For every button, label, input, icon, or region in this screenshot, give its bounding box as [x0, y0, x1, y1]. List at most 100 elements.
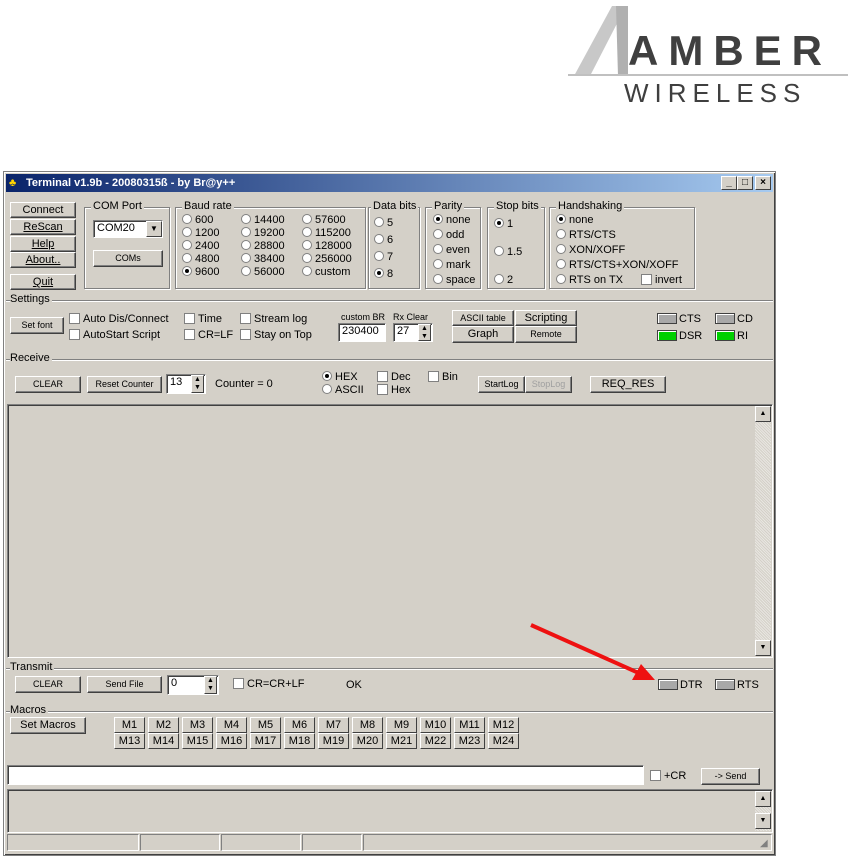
close-button[interactable]: × — [755, 176, 771, 190]
macro-button-m12[interactable]: M12 — [488, 717, 519, 733]
data-bits-radio-6[interactable]: 6 — [374, 234, 393, 246]
stop-bits-radio-1[interactable]: 1 — [494, 218, 513, 230]
baud-radio-600[interactable]: 600 — [182, 214, 213, 226]
handshaking-radio-1[interactable]: RTS/CTS — [556, 229, 616, 241]
macro-button-m23[interactable]: M23 — [454, 733, 485, 749]
parity-radio-mark[interactable]: mark — [433, 259, 470, 271]
macro-button-m17[interactable]: M17 — [250, 733, 281, 749]
stop-log-button[interactable]: StopLog — [525, 376, 572, 393]
scroll-down-icon[interactable]: ▼ — [755, 640, 771, 656]
transmit-clear-button[interactable]: CLEAR — [15, 676, 81, 693]
help-button[interactable]: Help — [10, 236, 76, 252]
parity-radio-odd[interactable]: odd — [433, 229, 464, 241]
macro-button-m15[interactable]: M15 — [182, 733, 213, 749]
send-input[interactable] — [7, 765, 644, 785]
time-checkbox[interactable]: Time — [184, 313, 222, 325]
baud-radio-custom[interactable]: custom — [302, 266, 350, 278]
macro-button-m22[interactable]: M22 — [420, 733, 451, 749]
plus-cr-checkbox[interactable]: +CR — [650, 770, 686, 782]
macro-button-m19[interactable]: M19 — [318, 733, 349, 749]
macro-button-m1[interactable]: M1 — [114, 717, 145, 733]
data-bits-radio-7[interactable]: 7 — [374, 251, 393, 263]
baud-radio-56000[interactable]: 56000 — [241, 266, 285, 278]
data-bits-radio-8[interactable]: 8 — [374, 268, 393, 280]
baud-radio-28800[interactable]: 28800 — [241, 240, 285, 252]
baud-radio-14400[interactable]: 14400 — [241, 214, 285, 226]
macro-button-m24[interactable]: M24 — [488, 733, 519, 749]
scripting-button[interactable]: Scripting — [515, 310, 577, 326]
minimize-button[interactable]: _ — [721, 176, 737, 190]
scroll-up-icon[interactable]: ▲ — [755, 791, 771, 807]
macro-button-m6[interactable]: M6 — [284, 717, 315, 733]
handshaking-radio-0[interactable]: none — [556, 214, 593, 226]
baud-radio-1200[interactable]: 1200 — [182, 227, 219, 239]
macro-button-m7[interactable]: M7 — [318, 717, 349, 733]
baud-radio-128000[interactable]: 128000 — [302, 240, 352, 252]
macro-button-m2[interactable]: M2 — [148, 717, 179, 733]
baud-radio-2400[interactable]: 2400 — [182, 240, 219, 252]
counter-spinner[interactable]: ▲ ▼ — [191, 375, 204, 393]
maximize-button[interactable]: □ — [737, 176, 753, 190]
macro-button-m4[interactable]: M4 — [216, 717, 247, 733]
handshaking-radio-3[interactable]: RTS/CTS+XON/XOFF — [556, 259, 679, 271]
macro-button-m21[interactable]: M21 — [386, 733, 417, 749]
send-history-area[interactable] — [7, 789, 773, 833]
macro-button-m10[interactable]: M10 — [420, 717, 451, 733]
set-macros-button[interactable]: Set Macros — [10, 717, 86, 734]
coms-button[interactable]: COMs — [93, 250, 163, 267]
ascii-radio[interactable]: ASCII — [322, 384, 364, 396]
reset-counter-button[interactable]: Reset Counter — [87, 376, 162, 393]
baud-radio-38400[interactable]: 38400 — [241, 253, 285, 265]
cr-lf-checkbox[interactable]: CR=LF — [184, 329, 233, 341]
receive-clear-button[interactable]: CLEAR — [15, 376, 81, 393]
transmit-spinner[interactable]: ▲ ▼ — [204, 676, 217, 694]
invert-checkbox[interactable]: invert — [641, 274, 682, 286]
macro-button-m8[interactable]: M8 — [352, 717, 383, 733]
macro-button-m11[interactable]: M11 — [454, 717, 485, 733]
resize-grip-icon[interactable]: ◢ — [760, 838, 768, 850]
custom-br-input[interactable]: 230400 — [338, 323, 386, 342]
hex-radio[interactable]: HEX — [322, 371, 358, 383]
baud-radio-115200[interactable]: 115200 — [302, 227, 351, 239]
stream-log-checkbox[interactable]: Stream log — [240, 313, 307, 325]
macro-button-m5[interactable]: M5 — [250, 717, 281, 733]
macro-button-m18[interactable]: M18 — [284, 733, 315, 749]
macro-button-m20[interactable]: M20 — [352, 733, 383, 749]
macro-button-m13[interactable]: M13 — [114, 733, 145, 749]
baud-radio-9600[interactable]: 9600 — [182, 266, 219, 278]
chevron-down-icon[interactable]: ▼ — [146, 221, 162, 237]
autostart-script-checkbox[interactable]: AutoStart Script — [69, 329, 160, 341]
bin-checkbox[interactable]: Bin — [428, 371, 458, 383]
scroll-down-icon[interactable]: ▼ — [755, 813, 771, 829]
connect-button[interactable]: Connect — [10, 202, 76, 218]
set-font-button[interactable]: Set font — [10, 317, 64, 334]
history-scrollbar[interactable]: ▲ ▼ — [755, 791, 771, 831]
about-button[interactable]: About.. — [10, 252, 76, 268]
quit-button[interactable]: Quit — [10, 274, 76, 290]
send-file-button[interactable]: Send File — [87, 676, 162, 693]
macro-button-m3[interactable]: M3 — [182, 717, 213, 733]
baud-radio-256000[interactable]: 256000 — [302, 253, 352, 265]
handshaking-radio-4[interactable]: RTS on TX — [556, 274, 623, 286]
title-bar[interactable]: ♣ Terminal v1.9b - 20080315ß - by Br@y++… — [6, 174, 773, 192]
receive-scrollbar[interactable]: ▲ ▼ — [755, 406, 771, 656]
stop-bits-radio-1-5[interactable]: 1.5 — [494, 246, 522, 258]
macro-button-m16[interactable]: M16 — [216, 733, 247, 749]
stay-on-top-checkbox[interactable]: Stay on Top — [240, 329, 312, 341]
parity-radio-none[interactable]: none — [433, 214, 470, 226]
baud-radio-57600[interactable]: 57600 — [302, 214, 346, 226]
rescan-button[interactable]: ReScan — [10, 219, 76, 235]
hex-checkbox[interactable]: Hex — [377, 384, 411, 396]
ascii-table-button[interactable]: ASCII table — [452, 310, 514, 326]
dec-checkbox[interactable]: Dec — [377, 371, 411, 383]
parity-radio-space[interactable]: space — [433, 274, 475, 286]
req-res-button[interactable]: REQ_RES — [590, 376, 666, 393]
start-log-button[interactable]: StartLog — [478, 376, 525, 393]
handshaking-radio-2[interactable]: XON/XOFF — [556, 244, 625, 256]
data-bits-radio-5[interactable]: 5 — [374, 217, 393, 229]
graph-button[interactable]: Graph — [452, 326, 514, 343]
baud-radio-4800[interactable]: 4800 — [182, 253, 219, 265]
stop-bits-radio-2[interactable]: 2 — [494, 274, 513, 286]
macro-button-m14[interactable]: M14 — [148, 733, 179, 749]
remote-button[interactable]: Remote — [515, 326, 577, 343]
